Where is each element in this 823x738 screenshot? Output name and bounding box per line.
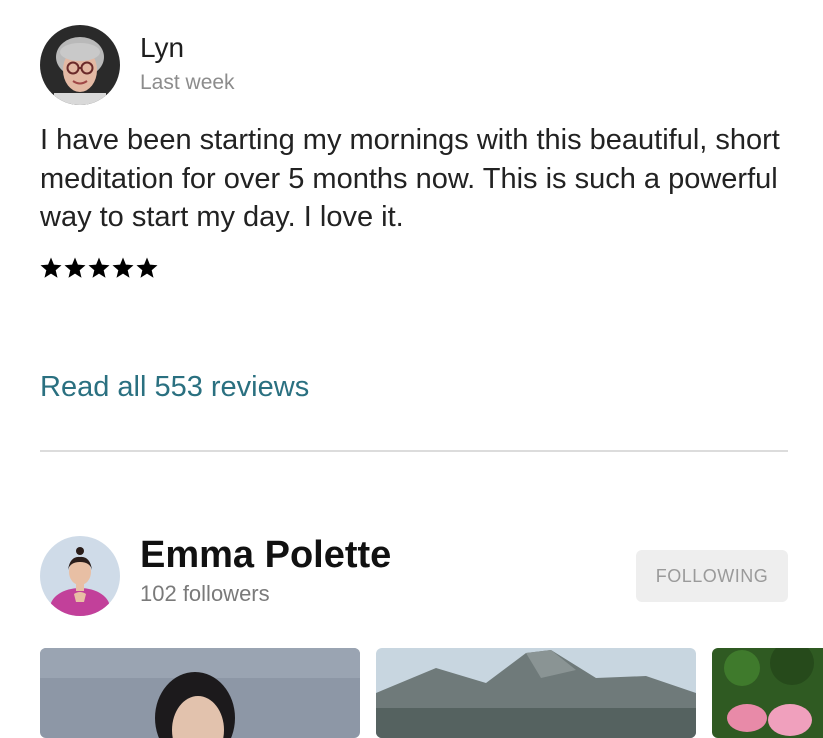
star-rating: [39, 256, 159, 280]
flower-card-thumbnail[interactable]: [712, 648, 823, 738]
meditation-card-thumbnail[interactable]: [40, 648, 360, 738]
reviewer-avatar: [40, 25, 120, 105]
following-button[interactable]: FOLLOWING: [636, 550, 788, 602]
teacher-name[interactable]: Emma Polette: [140, 534, 391, 577]
reviewer-name: Lyn: [140, 32, 185, 63]
star-icon: [40, 257, 62, 278]
section-divider: [40, 450, 788, 452]
review-text: I have been starting my mornings with th…: [40, 124, 780, 233]
star-icon: [112, 257, 134, 278]
star-icon: [88, 257, 110, 278]
star-icon: [64, 257, 86, 278]
mountain-card-thumbnail[interactable]: [376, 648, 696, 738]
teacher-avatar[interactable]: [40, 536, 120, 616]
read-all-reviews-link[interactable]: Read all 553 reviews: [40, 371, 309, 404]
teacher-followers-count: 102 followers: [140, 581, 270, 606]
star-icon: [136, 257, 158, 278]
review-timestamp: Last week: [140, 71, 235, 94]
